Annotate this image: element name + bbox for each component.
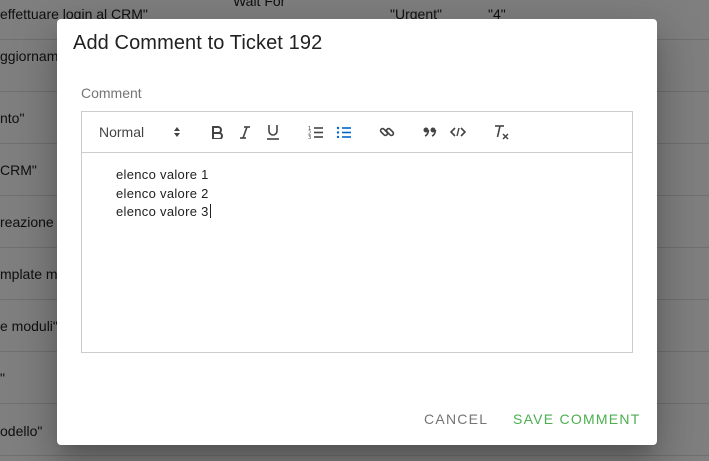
underline-button[interactable] (263, 122, 283, 142)
code-button[interactable] (448, 122, 468, 142)
italic-button[interactable] (235, 122, 255, 142)
link-icon (379, 127, 395, 137)
cancel-button[interactable]: CANCEL (424, 411, 488, 427)
list-item: elenco valore 2 (116, 185, 209, 201)
code-icon (450, 127, 466, 137)
bold-button[interactable] (207, 122, 227, 142)
add-comment-dialog: Add Comment to Ticket 192 Comment Normal (57, 19, 657, 445)
rich-text-editor: Normal 1 2 3 elenco valore 1 elenco valo… (81, 111, 633, 353)
bold-icon (212, 126, 223, 139)
ordered-list-button[interactable]: 1 2 3 (306, 122, 326, 142)
editor-toolbar: Normal 1 2 3 (82, 112, 632, 153)
editor-content[interactable]: elenco valore 1 elenco valore 2 elenco v… (82, 153, 632, 352)
bullet-list-icon (336, 126, 351, 139)
link-button[interactable] (377, 122, 397, 142)
ordered-list-icon: 1 2 3 (308, 126, 323, 139)
format-select-label: Normal (99, 124, 145, 140)
italic-icon (240, 126, 250, 139)
blockquote-button[interactable] (420, 122, 440, 142)
select-arrows-icon (174, 127, 180, 137)
text-caret (209, 204, 211, 218)
underline-icon (267, 125, 279, 140)
save-comment-button[interactable]: SAVE COMMENT (513, 411, 641, 427)
svg-text:3: 3 (308, 135, 311, 139)
bullet-list-button[interactable] (334, 122, 354, 142)
list-item: elenco valore 1 (116, 167, 209, 182)
comment-label: Comment (81, 85, 142, 101)
bullet-list: elenco valore 1 elenco valore 2 elenco v… (116, 166, 211, 222)
blockquote-icon (423, 127, 437, 137)
list-item: elenco valore 3 (116, 204, 211, 219)
dialog-title: Add Comment to Ticket 192 (73, 32, 323, 54)
clear-format-icon (495, 125, 509, 140)
clear-format-button[interactable] (491, 122, 511, 142)
